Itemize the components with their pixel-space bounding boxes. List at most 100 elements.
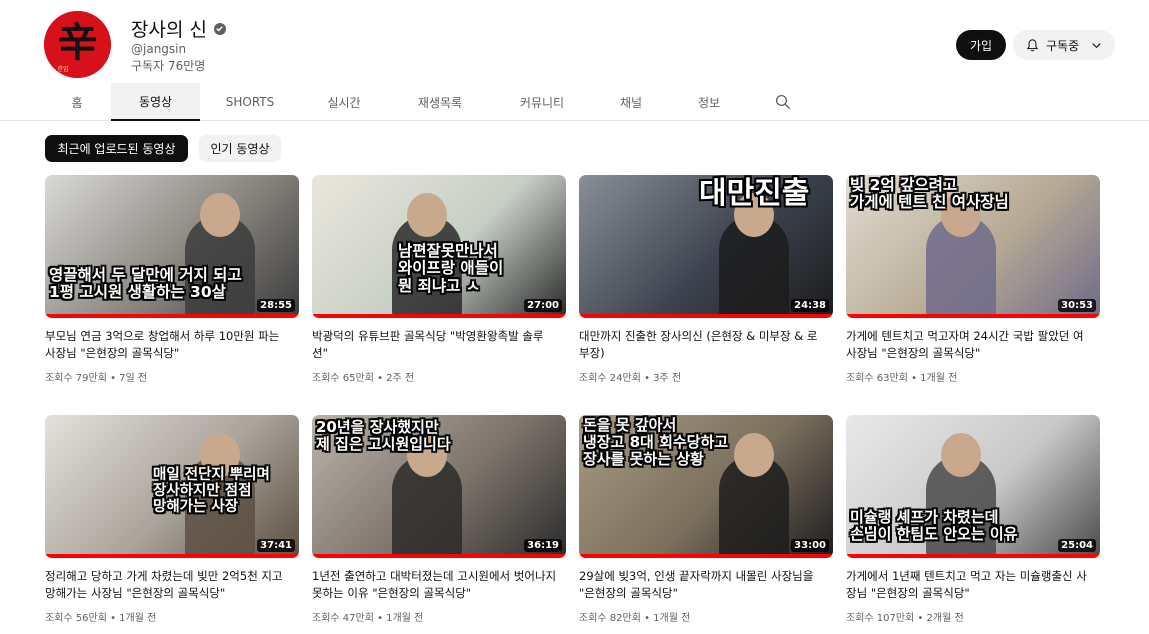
upload-age: 1개월 전 <box>920 373 958 384</box>
video-thumbnail[interactable]: 돈을 못 갚아서 냉장고 8대 회수당하고 장사를 못하는 상황 33:00 <box>579 415 833 558</box>
video-title[interactable]: 대만까지 진출한 장사의신 (은현장 & 미부장 & 로부장) <box>579 328 825 362</box>
video-meta: 조회수 63만회 • 1개월 전 <box>846 369 1100 384</box>
thumbnail-head <box>407 193 447 237</box>
channel-tabs: 홈 동영상 SHORTS 실시간 재생목록 커뮤니티 채널 정보 <box>0 83 1149 121</box>
thumbnail-caption: 남편잘못만나서 와이프랑 애들이 뭔 죄냐고 ㅅ <box>398 242 504 295</box>
meta-separator: • <box>907 373 921 384</box>
video-meta: 조회수 79만회 • 7일 전 <box>45 369 299 384</box>
video-thumbnail[interactable]: 영끌해서 두 달만에 거지 되고 1평 고시원 생활하는 30살 28:55 <box>45 175 299 318</box>
channel-name-text: 장사의 신 <box>131 19 207 41</box>
view-count: 조회수 47만회 <box>312 613 374 624</box>
video-title[interactable]: 가게에 텐트치고 먹고자며 24시간 국밥 팔았던 여사장님 "은현장의 골목식… <box>846 328 1092 362</box>
view-count: 조회수 56만회 <box>45 613 107 624</box>
watch-progress-bar <box>846 314 1100 318</box>
tab-playlists[interactable]: 재생목록 <box>403 83 477 121</box>
video-card[interactable]: 매일 전단지 뿌리며 장사하지만 점점 망해가는 사장 37:41 정리해고 당하고… <box>45 415 299 624</box>
video-title[interactable]: 부모님 연금 3억으로 창업해서 하루 10만원 파는 사장님 "은현장의 골목… <box>45 328 291 362</box>
verified-icon <box>213 22 226 35</box>
video-title[interactable]: 1년전 출연하고 대박터졌는데 고시원에서 벗어나지 못하는 이유 "은현장의 … <box>312 568 558 602</box>
channel-logo: 辛 한입 <box>44 11 111 78</box>
bell-icon <box>1026 38 1039 51</box>
video-meta: 조회수 47만회 • 1개월 전 <box>312 609 566 624</box>
video-title[interactable]: 29살에 빚3억, 인생 끝자락까지 내몰린 사장님을 "은현장의 골목식당" <box>579 568 825 602</box>
video-duration: 25:04 <box>1058 539 1096 552</box>
video-meta: 조회수 65만회 • 2주 전 <box>312 369 566 384</box>
video-duration: 28:55 <box>257 299 295 312</box>
channel-avatar[interactable]: 辛 한입 <box>44 11 111 78</box>
meta-separator: • <box>914 613 927 624</box>
thumbnail-caption: 대만진출 <box>699 176 810 211</box>
upload-age: 1개월 전 <box>119 613 157 624</box>
video-thumbnail[interactable]: 매일 전단지 뿌리며 장사하지만 점점 망해가는 사장 37:41 <box>45 415 299 558</box>
video-card[interactable]: 빚 2억 갚으려고 가게에 텐트 친 여사장님 30:53 가게에 텐트치고 먹고자… <box>846 175 1100 384</box>
tab-home[interactable]: 홈 <box>56 83 98 121</box>
chip-recent[interactable]: 최근에 업로드된 동영상 <box>45 135 188 162</box>
watch-progress-bar <box>846 554 1100 558</box>
avatar-glyph: 辛 <box>58 19 98 66</box>
channel-handle: @jangsin <box>131 42 187 56</box>
join-button[interactable]: 가입 <box>956 30 1006 60</box>
view-count: 조회수 79만회 <box>45 373 107 384</box>
upload-age: 2개월 전 <box>926 613 964 624</box>
watch-progress-bar <box>579 314 833 318</box>
upload-age: 7일 전 <box>119 373 148 384</box>
video-duration: 30:53 <box>1058 299 1096 312</box>
thumbnail-caption: 매일 전단지 뿌리며 장사하지만 점점 망해가는 사장 <box>153 467 270 516</box>
avatar-small-text: 한입 <box>57 65 68 73</box>
tab-shorts[interactable]: SHORTS <box>213 83 287 121</box>
meta-separator: • <box>640 373 654 384</box>
tab-live[interactable]: 실시간 <box>311 83 377 121</box>
tab-about[interactable]: 정보 <box>684 83 734 121</box>
video-duration: 33:00 <box>791 539 829 552</box>
video-meta: 조회수 56만회 • 1개월 전 <box>45 609 299 624</box>
thumbnail-caption: 미슐랭 셰프가 차렸는데 손님이 한팀도 안오는 이유 <box>850 508 1018 543</box>
subscribe-button[interactable]: 구독중 <box>1013 30 1115 60</box>
video-title[interactable]: 가게에서 1년째 텐트치고 먹고 자는 미슐랭출신 사장님 "은현장의 골목식당… <box>846 568 1092 602</box>
upload-age: 1개월 전 <box>386 613 424 624</box>
video-title[interactable]: 정리해고 당하고 가게 차렸는데 빚만 2억5천 지고 망해가는 사장님 "은현… <box>45 568 291 602</box>
view-count: 조회수 65만회 <box>312 373 374 384</box>
subscribe-label: 구독중 <box>1046 38 1080 53</box>
tab-channels[interactable]: 채널 <box>606 83 656 121</box>
meta-separator: • <box>373 373 387 384</box>
video-meta: 조회수 24만회 • 3주 전 <box>579 369 833 384</box>
tab-videos[interactable]: 동영상 <box>111 83 200 121</box>
watch-progress-bar <box>45 314 299 318</box>
thumbnail-caption: 영끌해서 두 달만에 거지 되고 1평 고시원 생활하는 30살 <box>49 266 242 302</box>
watch-progress-bar <box>45 554 299 558</box>
watch-progress-bar <box>312 314 566 318</box>
meta-separator: • <box>373 613 387 624</box>
thumbnail-head <box>941 433 981 477</box>
video-duration: 37:41 <box>257 539 295 552</box>
video-thumbnail[interactable]: 빚 2억 갚으려고 가게에 텐트 친 여사장님 30:53 <box>846 175 1100 318</box>
watch-progress-bar <box>312 554 566 558</box>
video-duration: 24:38 <box>791 299 829 312</box>
thumbnail-caption: 돈을 못 갚아서 냉장고 8대 회수당하고 장사를 못하는 상황 <box>583 416 729 468</box>
chevron-down-icon <box>1092 42 1101 48</box>
video-duration: 36:19 <box>524 539 562 552</box>
video-card[interactable]: 영끌해서 두 달만에 거지 되고 1평 고시원 생활하는 30살 28:55 부모님… <box>45 175 299 384</box>
video-card[interactable]: 남편잘못만나서 와이프랑 애들이 뭔 죄냐고 ㅅ 27:00 박광덕의 유튜브판 골… <box>312 175 566 384</box>
video-card[interactable]: 대만진출 24:38 대만까지 진출한 장사의신 (은현장 & 미부장 & 로부장)… <box>579 175 833 384</box>
search-icon[interactable] <box>774 93 792 111</box>
tab-community[interactable]: 커뮤니티 <box>504 83 580 121</box>
video-meta: 조회수 82만회 • 1개월 전 <box>579 609 833 624</box>
subscriber-count: 구독자 76만명 <box>131 59 206 73</box>
video-title[interactable]: 박광덕의 유튜브판 골목식당 "박영환왕족발 솔루션" <box>312 328 558 362</box>
video-card[interactable]: 미슐랭 셰프가 차렸는데 손님이 한팀도 안오는 이유 25:04 가게에서 1년째… <box>846 415 1100 624</box>
thumbnail-caption: 20년을 장사했지만 제 집은 고시원입니다 <box>316 418 451 453</box>
upload-age: 3주 전 <box>653 373 682 384</box>
video-thumbnail[interactable]: 대만진출 24:38 <box>579 175 833 318</box>
thumbnail-head <box>734 433 774 477</box>
chip-popular[interactable]: 인기 동영상 <box>199 135 281 162</box>
meta-separator: • <box>106 613 120 624</box>
video-thumbnail[interactable]: 20년을 장사했지만 제 집은 고시원입니다 36:19 <box>312 415 566 558</box>
meta-separator: • <box>640 613 654 624</box>
video-thumbnail[interactable]: 미슐랭 셰프가 차렸는데 손님이 한팀도 안오는 이유 25:04 <box>846 415 1100 558</box>
view-count: 조회수 82만회 <box>579 613 641 624</box>
view-count: 조회수 24만회 <box>579 373 641 384</box>
video-thumbnail[interactable]: 남편잘못만나서 와이프랑 애들이 뭔 죄냐고 ㅅ 27:00 <box>312 175 566 318</box>
video-card[interactable]: 20년을 장사했지만 제 집은 고시원입니다 36:19 1년전 출연하고 대박터졌… <box>312 415 566 624</box>
video-card[interactable]: 돈을 못 갚아서 냉장고 8대 회수당하고 장사를 못하는 상황 33:00 29살… <box>579 415 833 624</box>
video-meta: 조회수 107만회 • 2개월 전 <box>846 609 1100 624</box>
